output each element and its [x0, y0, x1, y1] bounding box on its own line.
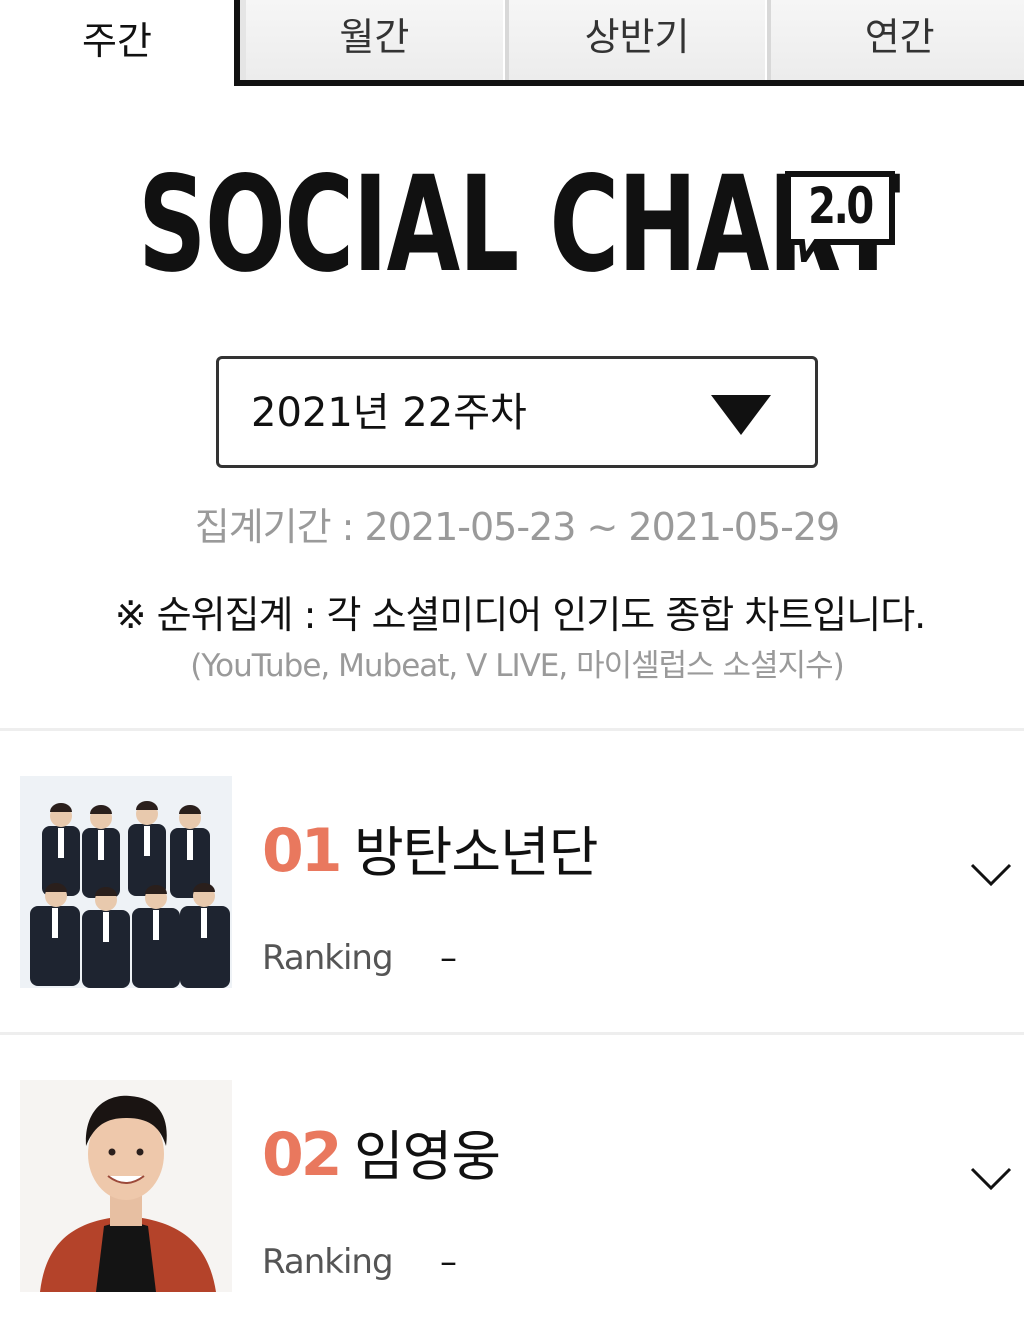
- tab-first-half-label: 상반기: [584, 15, 690, 59]
- chart-entry[interactable]: 01 방탄소년단 Ranking –: [0, 776, 1024, 1016]
- triangle-down-icon: [711, 395, 771, 435]
- social-chart-logo: SOCIAL CHART 2.0: [138, 159, 900, 291]
- divider: [0, 728, 1024, 731]
- week-select[interactable]: 2021년 22주차: [216, 356, 818, 468]
- rank-number: 02: [262, 1120, 342, 1190]
- period-tabs: 주간 월간 상반기 연간: [0, 0, 1024, 86]
- tab-yearly[interactable]: 연간: [767, 0, 1024, 80]
- artist-name: 임영웅: [354, 1125, 501, 1188]
- tab-first-half[interactable]: 상반기: [504, 0, 768, 80]
- ranking-label: Ranking: [262, 938, 394, 978]
- ranking-label: Ranking: [262, 1242, 394, 1282]
- tab-monthly-label: 월간: [339, 15, 410, 59]
- artist-photo: [20, 1080, 232, 1292]
- artist-photo: [20, 776, 232, 988]
- chevron-down-icon[interactable]: [970, 1166, 1012, 1192]
- logo-version: 2.0: [808, 177, 874, 235]
- tab-monthly[interactable]: 월간: [240, 0, 505, 80]
- logo-version-badge: 2.0: [784, 170, 896, 262]
- chart-entry[interactable]: 02 임영웅 Ranking –: [0, 1080, 1024, 1320]
- artist-name: 방탄소년단: [354, 821, 598, 884]
- ranking-notice: ※ 순위집계 : 각 소셜미디어 인기도 종합 차트입니다.: [114, 593, 926, 637]
- tab-strip: 월간 상반기 연간: [234, 0, 1024, 86]
- chevron-down-icon[interactable]: [970, 862, 1012, 888]
- divider: [0, 1032, 1024, 1035]
- tab-weekly[interactable]: 주간: [0, 0, 234, 86]
- ranking-sources: (YouTube, Mubeat, V LIVE, 마이셀럽스 소셜지수): [190, 648, 844, 684]
- ranking-change: –: [440, 938, 457, 978]
- group-photo-image: [20, 776, 232, 988]
- ranking-change: –: [440, 1242, 457, 1282]
- week-select-value: 2021년 22주차: [251, 390, 527, 436]
- aggregation-period: 집계기간 : 2021-05-23 ~ 2021-05-29: [194, 505, 840, 549]
- tab-yearly-label: 연간: [864, 15, 935, 59]
- rank-number: 01: [262, 816, 342, 886]
- portrait-photo-image: [20, 1080, 232, 1292]
- tab-weekly-label: 주간: [82, 18, 152, 63]
